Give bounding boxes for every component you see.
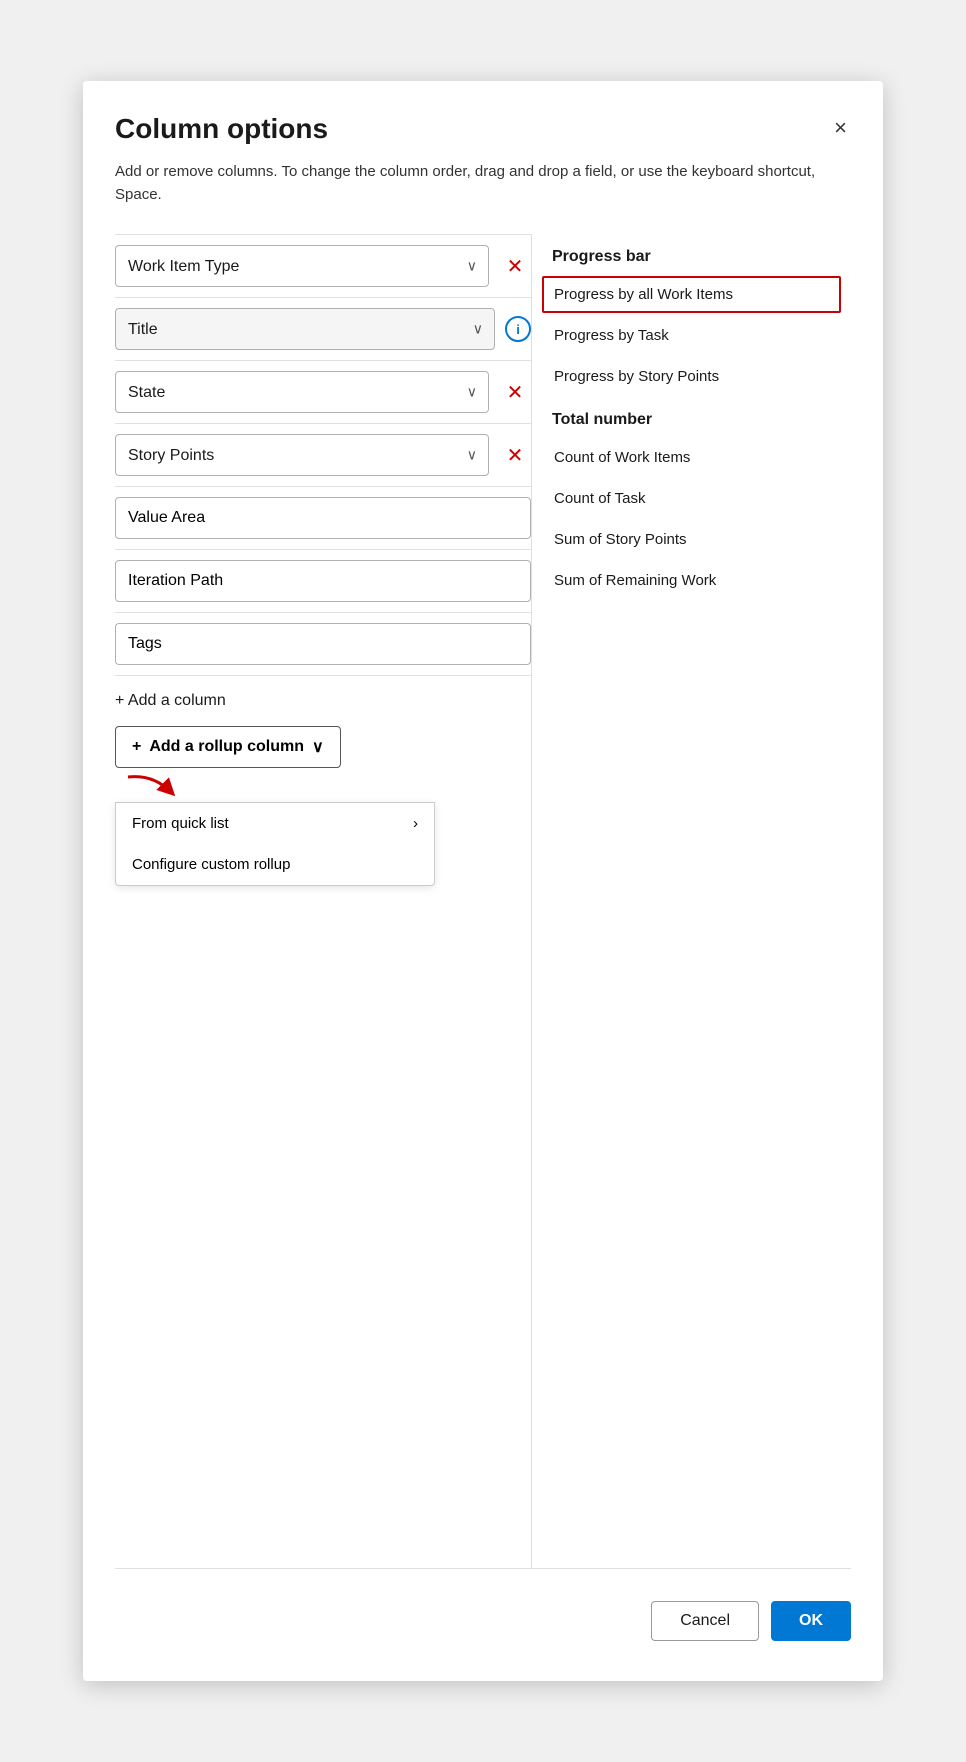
progress-all-work-items-item[interactable]: Progress by all Work Items (542, 276, 841, 313)
rollup-plus-icon: + (132, 738, 141, 756)
progress-by-task-item[interactable]: Progress by Task (532, 315, 851, 356)
total-number-section: Total number Count of Work Items Count o… (532, 397, 851, 601)
story-points-wrapper: Story Points ∨ (115, 434, 489, 476)
from-quick-list-arrow-icon: › (413, 815, 418, 832)
sum-story-points-item[interactable]: Sum of Story Points (532, 519, 851, 560)
state-select[interactable]: State (115, 371, 489, 413)
rollup-dropdown: From quick list › Configure custom rollu… (115, 802, 435, 886)
progress-bar-section: Progress bar Progress by all Work Items … (532, 234, 851, 397)
configure-custom-rollup-item[interactable]: Configure custom rollup (116, 844, 434, 885)
column-row-tags: Tags (115, 613, 531, 676)
title-wrapper: Title ∨ (115, 308, 495, 350)
rollup-button-label: Add a rollup column (149, 738, 304, 756)
rollup-container: + Add a rollup column ∨ (115, 726, 531, 886)
columns-area: Work Item Type ∨ ✕ Title ∨ i (115, 234, 851, 1568)
dialog-footer: Cancel OK (115, 1568, 851, 1641)
cancel-button[interactable]: Cancel (651, 1601, 759, 1641)
column-row-title: Title ∨ i (115, 298, 531, 361)
column-row-value-area: Value Area (115, 487, 531, 550)
work-item-type-remove-button[interactable]: ✕ (499, 250, 531, 282)
column-row-work-item-type: Work Item Type ∨ ✕ (115, 234, 531, 298)
add-rollup-button[interactable]: + Add a rollup column ∨ (115, 726, 341, 768)
from-quick-list-item[interactable]: From quick list › (116, 803, 434, 844)
dialog-header: Column options × (115, 113, 851, 145)
progress-by-story-points-item[interactable]: Progress by Story Points (532, 356, 851, 397)
state-wrapper: State ∨ (115, 371, 489, 413)
from-quick-list-label: From quick list (132, 815, 229, 832)
add-column-button[interactable]: + Add a column (115, 676, 531, 718)
story-points-remove-button[interactable]: ✕ (499, 439, 531, 471)
column-row-story-points: Story Points ∨ ✕ (115, 424, 531, 487)
rollup-chevron-icon: ∨ (312, 737, 324, 757)
story-points-select[interactable]: Story Points (115, 434, 489, 476)
progress-bar-section-label: Progress bar (532, 234, 851, 274)
close-button[interactable]: × (830, 113, 851, 143)
count-work-items-item[interactable]: Count of Work Items (532, 437, 851, 478)
column-options-dialog: Column options × Add or remove columns. … (83, 81, 883, 1681)
dialog-description: Add or remove columns. To change the col… (115, 161, 851, 206)
red-arrow-icon (123, 772, 183, 802)
work-item-type-wrapper: Work Item Type ∨ (115, 245, 489, 287)
right-panel: Progress bar Progress by all Work Items … (531, 234, 851, 1568)
dialog-title: Column options (115, 113, 328, 145)
left-panel: Work Item Type ∨ ✕ Title ∨ i (115, 234, 531, 1568)
title-select[interactable]: Title (115, 308, 495, 350)
sum-remaining-work-item[interactable]: Sum of Remaining Work (532, 560, 851, 601)
value-area-label: Value Area (115, 497, 531, 539)
state-remove-button[interactable]: ✕ (499, 376, 531, 408)
column-row-iteration-path: Iteration Path (115, 550, 531, 613)
configure-custom-label: Configure custom rollup (132, 856, 290, 873)
iteration-path-label: Iteration Path (115, 560, 531, 602)
title-info-button[interactable]: i (505, 316, 531, 342)
work-item-type-select[interactable]: Work Item Type (115, 245, 489, 287)
count-task-item[interactable]: Count of Task (532, 478, 851, 519)
ok-button[interactable]: OK (771, 1601, 851, 1641)
total-number-section-label: Total number (532, 397, 851, 437)
column-row-state: State ∨ ✕ (115, 361, 531, 424)
tags-label: Tags (115, 623, 531, 665)
